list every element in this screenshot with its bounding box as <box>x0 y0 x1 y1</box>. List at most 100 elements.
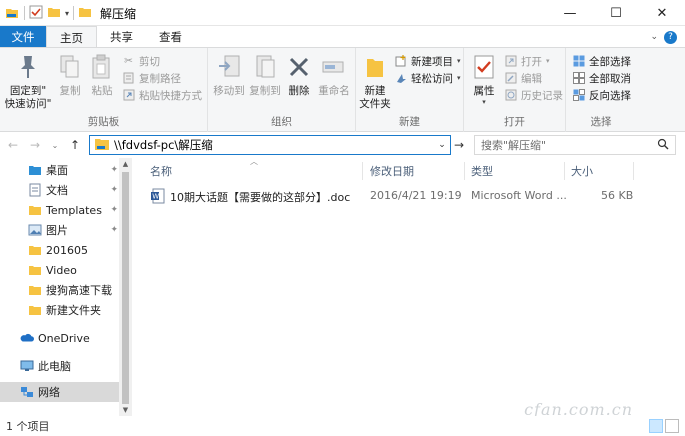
nav-item-201605[interactable]: 201605 <box>0 240 118 260</box>
word-doc-icon: W <box>150 188 166 207</box>
folder-icon <box>28 203 42 217</box>
search-icon[interactable] <box>657 138 669 153</box>
new-folder-icon[interactable] <box>47 5 61 22</box>
invert-selection-button[interactable]: 反向选择 <box>572 87 631 103</box>
select-all-icon <box>572 55 585 68</box>
up-arrow-icon[interactable]: ↑ <box>68 137 82 153</box>
edit-label: 编辑 <box>521 72 542 85</box>
nav-item-sogou-download[interactable]: 搜狗高速下载 <box>0 280 118 300</box>
maximize-button[interactable]: ☐ <box>593 0 639 26</box>
properties-dropdown-icon: ▾ <box>482 98 486 106</box>
invert-selection-icon <box>572 89 585 102</box>
open-icon <box>504 55 517 68</box>
nav-scrollbar[interactable]: ▲ ▼ <box>119 158 132 416</box>
rename-button[interactable]: 重命名 <box>316 52 352 98</box>
large-icons-view-button[interactable] <box>665 419 679 433</box>
pin-icon[interactable]: ✦ <box>110 165 118 175</box>
ribbon: 固定到" 快速访问" 复制 粘贴 ✂ 剪切 复制路径 粘贴快捷方式 剪贴板 移动… <box>0 47 685 132</box>
nav-item-desktop[interactable]: 桌面 ✦ <box>0 160 118 180</box>
tab-share[interactable]: 共享 <box>97 26 146 48</box>
nav-item-label: OneDrive <box>38 331 90 345</box>
column-header-type[interactable]: 类型 <box>471 158 493 184</box>
select-none-button[interactable]: 全部取消 <box>572 70 631 86</box>
customize-dropdown-icon[interactable]: ▾ <box>65 9 69 18</box>
paste-shortcut-button[interactable]: 粘贴快捷方式 <box>122 87 202 103</box>
group-select: 全部选择 全部取消 反向选择 选择 <box>566 48 636 132</box>
table-row[interactable]: W 10期大话题【需要做的这部分】.doc 2016/4/21 19:19 Mi… <box>146 188 646 206</box>
paste-label: 粘贴 <box>91 85 113 97</box>
move-to-button[interactable]: 移动到 <box>212 52 246 98</box>
pin-icon[interactable]: ✦ <box>110 205 118 215</box>
scroll-down-icon[interactable]: ▼ <box>119 404 132 416</box>
scroll-up-icon[interactable]: ▲ <box>119 158 132 170</box>
copy-button[interactable]: 复制 <box>56 52 84 98</box>
recent-locations-chevron-icon[interactable]: ⌄ <box>48 137 62 153</box>
nav-item-new-folder[interactable]: 新建文件夹 <box>0 300 118 320</box>
forward-arrow-icon[interactable]: → <box>28 137 42 153</box>
pin-quick-access-button[interactable]: 固定到" 快速访问" <box>2 52 54 111</box>
group-new: 新建 文件夹 新建项目 ▾ 轻松访问 ▾ 新建 <box>356 48 464 132</box>
status-bar: 1 个项目 <box>0 416 685 436</box>
clipboard-group-label: 剪贴板 <box>87 116 120 128</box>
easy-access-button[interactable]: 轻松访问 ▾ <box>394 70 461 86</box>
address-bar[interactable]: \\fdvdsf-pc\解压缩 ⌄ <box>89 135 451 155</box>
cut-button[interactable]: ✂ 剪切 <box>122 53 160 69</box>
minimize-button[interactable]: — <box>547 0 593 26</box>
paste-button[interactable]: 粘贴 <box>88 52 116 98</box>
properties-button[interactable]: 属性 ▾ <box>470 52 498 106</box>
history-button[interactable]: 历史记录 <box>504 87 563 103</box>
nav-item-label: 图片 <box>46 224 68 237</box>
column-header-name[interactable]: 名称 <box>150 158 172 184</box>
tab-home[interactable]: 主页 <box>46 26 97 48</box>
nav-item-documents[interactable]: 文档 ✦ <box>0 180 118 200</box>
file-name[interactable]: 10期大话题【需要做的这部分】.doc <box>170 189 350 205</box>
nav-item-network[interactable]: 网络 <box>0 382 120 402</box>
nav-item-templates[interactable]: Templates ✦ <box>0 200 118 220</box>
nav-item-pictures[interactable]: 图片 ✦ <box>0 220 118 240</box>
nav-item-label: 201605 <box>46 243 88 257</box>
close-button[interactable]: ✕ <box>639 0 685 26</box>
new-group-label: 新建 <box>399 116 420 128</box>
scrollbar-thumb[interactable] <box>122 172 129 404</box>
nav-item-this-pc[interactable]: 此电脑 <box>0 356 118 376</box>
address-folder-icon <box>94 137 110 154</box>
expand-ribbon-icon[interactable]: ⌄ <box>650 32 658 42</box>
delete-button[interactable]: 删除 <box>286 52 312 98</box>
explorer-app-icon[interactable] <box>4 4 20 23</box>
back-arrow-icon[interactable]: ← <box>6 137 20 153</box>
open-dropdown-icon: ▾ <box>546 57 550 65</box>
nav-item-onedrive[interactable]: OneDrive <box>0 328 118 348</box>
new-folder-button[interactable]: 新建 文件夹 <box>358 52 392 111</box>
tab-view[interactable]: 查看 <box>146 26 195 48</box>
copy-path-button[interactable]: 复制路径 <box>122 70 181 86</box>
column-header-size[interactable]: 大小 <box>571 158 593 184</box>
column-header-date[interactable]: 修改日期 <box>370 158 414 184</box>
address-dropdown-icon[interactable]: ⌄ <box>434 140 450 150</box>
address-row: ← → ⌄ ↑ \\fdvdsf-pc\解压缩 ⌄ → 搜索"解压缩" <box>0 132 685 158</box>
open-button[interactable]: 打开 ▾ <box>504 53 550 69</box>
desktop-folder-icon <box>28 163 42 177</box>
easy-access-dropdown-icon: ▾ <box>457 74 461 82</box>
copy-to-button[interactable]: 复制到 <box>248 52 282 98</box>
address-path[interactable]: \\fdvdsf-pc\解压缩 <box>114 137 213 153</box>
documents-icon <box>28 183 42 197</box>
properties-check-icon[interactable] <box>29 5 43 22</box>
search-input[interactable]: 搜索"解压缩" <box>474 135 676 155</box>
network-icon <box>20 385 34 399</box>
new-item-button[interactable]: 新建项目 ▾ <box>394 53 461 69</box>
details-view-button[interactable] <box>649 419 663 433</box>
pin-icon[interactable]: ✦ <box>110 185 118 195</box>
nav-item-label: 网络 <box>38 386 60 399</box>
edit-button[interactable]: 编辑 <box>504 70 542 86</box>
new-folder-label-1: 新建 <box>364 85 386 97</box>
tab-file[interactable]: 文件 <box>0 26 46 48</box>
computer-icon <box>20 359 34 373</box>
move-to-label: 移动到 <box>213 85 245 97</box>
copy-label: 复制 <box>59 85 81 97</box>
refresh-go-arrow-icon[interactable]: → <box>452 137 466 153</box>
quick-access-toolbar: ▾ <box>4 4 92 22</box>
select-all-button[interactable]: 全部选择 <box>572 53 631 69</box>
help-icon[interactable]: ? <box>664 30 677 44</box>
pin-icon[interactable]: ✦ <box>110 225 118 235</box>
nav-item-video[interactable]: Video <box>0 260 118 280</box>
